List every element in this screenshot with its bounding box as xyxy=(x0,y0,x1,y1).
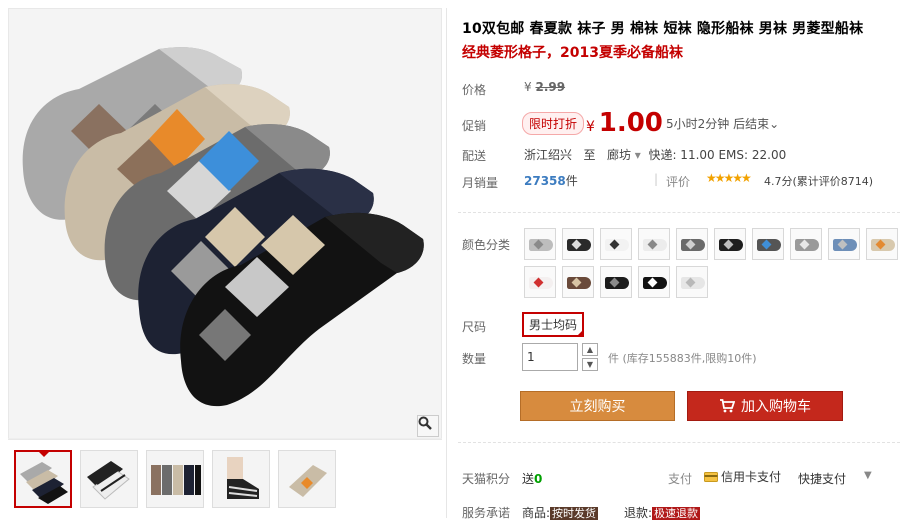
color-swatch-13[interactable] xyxy=(600,266,632,298)
promotion-label: 促销 xyxy=(462,119,487,133)
quantity-input[interactable] xyxy=(522,343,578,371)
promo-amount: 1.00 xyxy=(598,108,663,138)
thumb-row-image xyxy=(147,451,203,507)
thumb-worn-image xyxy=(213,451,269,507)
promotion-tag: 限时打折 xyxy=(522,112,585,135)
thumbnail-5[interactable] xyxy=(278,450,336,508)
shipping-info: 浙江绍兴 至 廊坊 ▾ 快递: 11.00 EMS: 22.00 xyxy=(524,146,786,163)
shipping-destination[interactable]: 廊坊 ▾ xyxy=(607,148,641,162)
thumbnail-strip xyxy=(14,450,336,508)
rating-separator: | xyxy=(654,172,659,186)
quick-payment[interactable]: 快捷支付 xyxy=(798,470,846,487)
price-amount: 2.99 xyxy=(535,80,566,94)
promo-currency: ¥ xyxy=(586,119,595,135)
thumb-beige-image xyxy=(279,451,335,507)
destination-dropdown-icon: ▾ xyxy=(634,148,641,162)
credit-card-payment[interactable]: 信用卡支付 xyxy=(704,468,781,485)
thumbnail-3[interactable] xyxy=(146,450,204,508)
points-info: 送0 xyxy=(522,470,542,487)
color-label: 颜色分类 xyxy=(462,238,511,252)
star-rating: ★★★★★ xyxy=(706,171,752,185)
section-divider xyxy=(458,212,900,213)
color-swatch-5[interactable] xyxy=(676,228,708,260)
chevron-up-icon: ▲ xyxy=(586,345,594,354)
quantity-label: 数量 xyxy=(462,352,487,366)
service-label: 服务承诺 xyxy=(462,506,511,520)
shipping-to-word: 至 xyxy=(583,148,596,162)
original-price: ¥ 2.99 xyxy=(524,80,565,94)
price-currency: ¥ xyxy=(524,80,532,94)
main-product-image[interactable] xyxy=(8,8,442,440)
thumb-striped-image xyxy=(81,451,137,507)
color-swatch-grid xyxy=(524,228,900,298)
service-refund: 退款: 极速退款 xyxy=(624,504,701,521)
credit-card-label: 信用卡支付 xyxy=(721,470,782,484)
refund-label: 退款: xyxy=(624,506,653,520)
chevron-down-icon: ⌄ xyxy=(769,117,780,131)
color-swatch-3[interactable] xyxy=(600,228,632,260)
rating-summary[interactable]: 4.7分(累计评价8714) xyxy=(764,173,873,189)
service-goods: 商品: 按时发货 xyxy=(522,504,599,521)
magnifier-icon xyxy=(418,416,432,430)
quantity-increase-button[interactable]: ▲ xyxy=(582,343,598,356)
sales-label: 月销量 xyxy=(462,176,499,190)
product-title: 10双包邮 春夏款 袜子 男 棉袜 短袜 隐形船袜 男袜 男菱型船袜 xyxy=(462,21,864,37)
buy-now-button[interactable]: 立刻购买 xyxy=(520,391,675,421)
color-swatch-1[interactable] xyxy=(524,228,556,260)
chevron-down-icon: ▼ xyxy=(586,360,594,369)
goods-label: 商品: xyxy=(522,506,551,520)
points-prefix: 送 xyxy=(522,472,535,486)
cart-icon xyxy=(720,399,735,413)
gallery-divider xyxy=(8,438,442,439)
shipping-label: 配送 xyxy=(462,149,487,163)
monthly-sales: 27358件 xyxy=(524,172,578,189)
color-swatch-9[interactable] xyxy=(828,228,860,260)
points-value: 0 xyxy=(534,472,543,486)
destination-city: 廊坊 xyxy=(606,148,631,162)
on-time-shipping-badge: 按时发货 xyxy=(550,507,599,520)
add-to-cart-label: 加入购物车 xyxy=(741,399,811,415)
socks-photo xyxy=(9,9,441,439)
size-label: 尺码 xyxy=(462,320,487,334)
points-label: 天猫积分 xyxy=(462,472,511,486)
product-detail-panel: 10双包邮 春夏款 袜子 男 棉袜 短袜 隐形船袜 男袜 男菱型船袜 经典菱形格… xyxy=(458,0,900,526)
shipping-from: 浙江绍兴 xyxy=(524,148,573,162)
color-swatch-4[interactable] xyxy=(638,228,670,260)
color-swatch-14[interactable] xyxy=(638,266,670,298)
size-option-selected[interactable]: 男士均码 xyxy=(522,312,585,337)
thumbnail-2[interactable] xyxy=(80,450,138,508)
shipping-fees: 快递: 11.00 EMS: 22.00 xyxy=(648,148,787,162)
color-swatch-10[interactable] xyxy=(866,228,898,260)
color-swatch-8[interactable] xyxy=(790,228,822,260)
section-divider xyxy=(458,442,900,443)
countdown-text: 5小时2分钟 后结束 xyxy=(666,117,770,131)
panel-divider xyxy=(446,8,447,518)
color-swatch-12[interactable] xyxy=(562,266,594,298)
zoom-button[interactable] xyxy=(417,415,439,437)
thumb-argyle-image xyxy=(16,452,70,506)
fast-refund-badge: 极速退款 xyxy=(652,507,701,520)
product-subtitle: 经典菱形格子，2013夏季必备船袜 xyxy=(462,45,683,61)
credit-card-icon xyxy=(704,471,718,482)
sales-count: 27358 xyxy=(524,174,566,188)
color-swatch-11[interactable] xyxy=(524,266,556,298)
add-to-cart-button[interactable]: 加入购物车 xyxy=(687,391,843,421)
payment-more-icon[interactable]: ▼ xyxy=(864,470,872,481)
quantity-unit: 件 xyxy=(608,352,619,365)
promotion-price: ¥ 1.00 xyxy=(586,108,663,138)
color-swatch-15[interactable] xyxy=(676,266,708,298)
price-label: 价格 xyxy=(462,83,487,97)
quantity-decrease-button[interactable]: ▼ xyxy=(582,358,598,371)
stock-info: 件 (库存155883件,限购10件) xyxy=(608,350,757,366)
color-swatch-6[interactable] xyxy=(714,228,746,260)
rating-label: 评价 xyxy=(666,175,691,189)
thumbnail-4[interactable] xyxy=(212,450,270,508)
payment-label: 支付 xyxy=(668,472,693,486)
sales-unit: 件 xyxy=(565,174,578,188)
thumbnail-1[interactable] xyxy=(14,450,72,508)
stock-text: (库存155883件,限购10件) xyxy=(622,352,757,365)
color-swatch-7[interactable] xyxy=(752,228,784,260)
color-swatch-2[interactable] xyxy=(562,228,594,260)
countdown[interactable]: 5小时2分钟 后结束⌄ xyxy=(666,115,779,132)
